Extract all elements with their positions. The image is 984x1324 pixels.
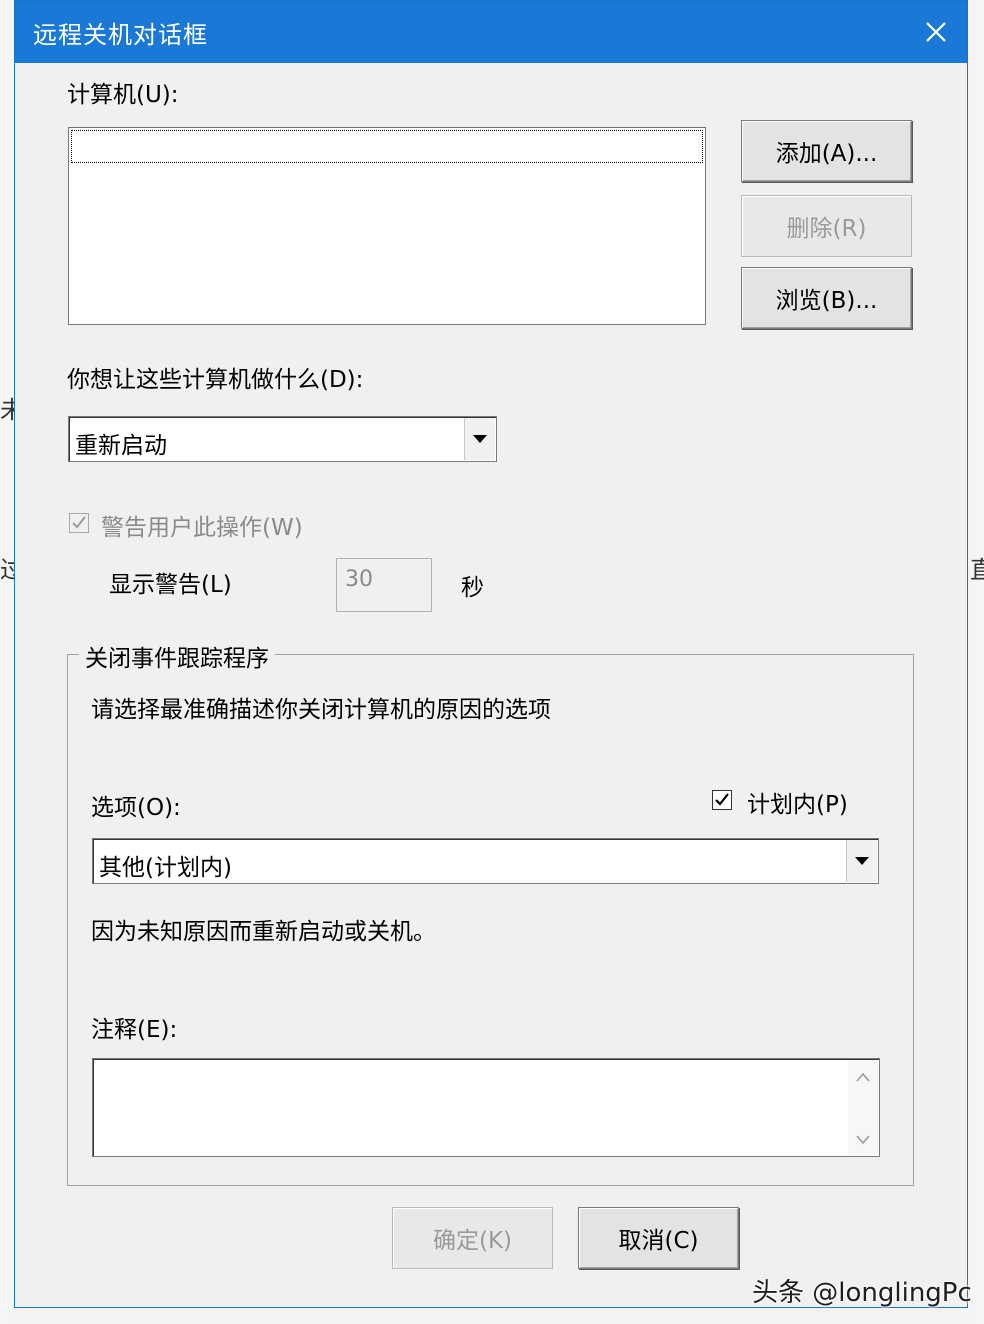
close-icon bbox=[926, 22, 946, 42]
computers-listbox[interactable] bbox=[68, 127, 706, 325]
action-select[interactable]: 重新启动 bbox=[68, 416, 497, 462]
checkmark-icon bbox=[72, 516, 86, 529]
reason-dropdown-button[interactable] bbox=[846, 840, 877, 882]
close-button[interactable] bbox=[905, 1, 967, 63]
background-window-left: 未 过 bbox=[0, 0, 24, 1324]
scroll-up-icon[interactable] bbox=[856, 1072, 870, 1082]
list-focus-row bbox=[71, 130, 703, 163]
warning-seconds-input[interactable]: 30 bbox=[336, 558, 432, 612]
option-label: 选项(O): bbox=[91, 795, 181, 821]
remove-button[interactable]: 删除(R) bbox=[741, 195, 912, 257]
computers-label: 计算机(U): bbox=[67, 82, 179, 108]
background-window-right: 直 bbox=[970, 0, 984, 1324]
comment-scrollbar[interactable] bbox=[848, 1060, 878, 1155]
background-fragment: 直 bbox=[970, 556, 984, 584]
group-title: 关闭事件跟踪程序 bbox=[79, 639, 275, 673]
comment-label: 注释(E): bbox=[91, 1017, 178, 1043]
planned-label: 计划内(P) bbox=[747, 792, 848, 818]
reason-selected-value: 其他(计划内) bbox=[99, 855, 232, 881]
action-selected-value: 重新启动 bbox=[75, 433, 167, 459]
action-label: 你想让这些计算机做什么(D): bbox=[67, 367, 364, 393]
display-warning-label: 显示警告(L) bbox=[109, 572, 232, 598]
watermark: 头条 @longlingPc bbox=[752, 1278, 972, 1308]
instruction-text: 请选择最准确描述你关闭计算机的原因的选项 bbox=[91, 697, 551, 723]
browse-button[interactable]: 浏览(B)... bbox=[741, 267, 912, 329]
warn-users-label: 警告用户此操作(W) bbox=[101, 515, 303, 541]
warn-users-checkbox[interactable] bbox=[69, 513, 89, 533]
scroll-down-icon[interactable] bbox=[856, 1135, 870, 1145]
action-dropdown-button[interactable] bbox=[464, 418, 495, 460]
remote-shutdown-dialog: 远程关机对话框 计算机(U): 添加(A)... 删除(R) 浏览(B)... … bbox=[14, 0, 968, 1308]
checkmark-icon bbox=[715, 793, 729, 806]
chevron-down-icon bbox=[855, 857, 869, 865]
title-bar[interactable]: 远程关机对话框 bbox=[15, 1, 967, 63]
reason-description: 因为未知原因而重新启动或关机。 bbox=[91, 919, 436, 945]
comment-textarea[interactable] bbox=[92, 1058, 880, 1157]
seconds-unit-label: 秒 bbox=[461, 575, 484, 601]
reason-option-select[interactable]: 其他(计划内) bbox=[92, 838, 879, 884]
planned-checkbox[interactable] bbox=[712, 790, 732, 810]
chevron-down-icon bbox=[473, 435, 487, 443]
window-title: 远程关机对话框 bbox=[33, 21, 208, 49]
ok-button[interactable]: 确定(K) bbox=[392, 1207, 553, 1269]
cancel-button[interactable]: 取消(C) bbox=[578, 1207, 739, 1269]
add-button[interactable]: 添加(A)... bbox=[741, 120, 912, 182]
